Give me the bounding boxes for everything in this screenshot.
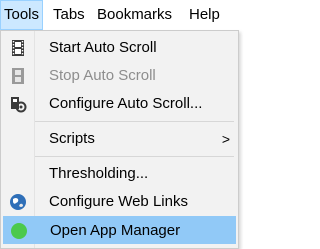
menu-item-start-auto-scroll[interactable]: Start Auto Scroll <box>3 34 236 62</box>
globe-icon <box>9 193 27 211</box>
menu-item-configure-web-links[interactable]: Configure Web Links <box>3 188 236 216</box>
gear-icon <box>9 95 27 113</box>
chevron-right-icon: > <box>221 131 230 147</box>
menu-tabs[interactable]: Tabs <box>50 0 88 30</box>
film-icon <box>9 67 27 85</box>
menu-separator <box>35 121 234 122</box>
menu-bar: Tools Tabs Bookmarks Help <box>0 0 241 30</box>
menu-item-thresholding[interactable]: Thresholding... <box>3 160 236 188</box>
menu-item-label: Open App Manager <box>50 222 181 239</box>
menu-item-open-app-manager[interactable]: Open App Manager <box>3 216 236 244</box>
menu-item-label: Configure Web Links <box>49 193 188 210</box>
menu-item-label: Scripts <box>49 130 95 147</box>
menu-item-label: Stop Auto Scroll <box>49 67 156 84</box>
green-dot-icon <box>10 222 28 240</box>
menu-bookmarks[interactable]: Bookmarks <box>94 0 175 30</box>
menu-item-label: Start Auto Scroll <box>49 39 157 56</box>
menu-tools[interactable]: Tools <box>0 0 44 30</box>
menu-item-label: Configure Auto Scroll... <box>49 95 203 112</box>
menu-separator <box>35 156 234 157</box>
menu-item-stop-auto-scroll[interactable]: Stop Auto Scroll <box>3 62 236 90</box>
menu-help[interactable]: Help <box>186 0 223 30</box>
menu-item-label: Thresholding... <box>49 165 149 182</box>
tools-dropdown-menu: Start Auto Scroll Stop Auto Scroll Confi… <box>0 30 239 249</box>
menu-item-scripts[interactable]: Scripts > <box>3 125 236 153</box>
menu-item-configure-auto-scroll[interactable]: Configure Auto Scroll... <box>3 90 236 118</box>
film-icon <box>9 39 27 57</box>
